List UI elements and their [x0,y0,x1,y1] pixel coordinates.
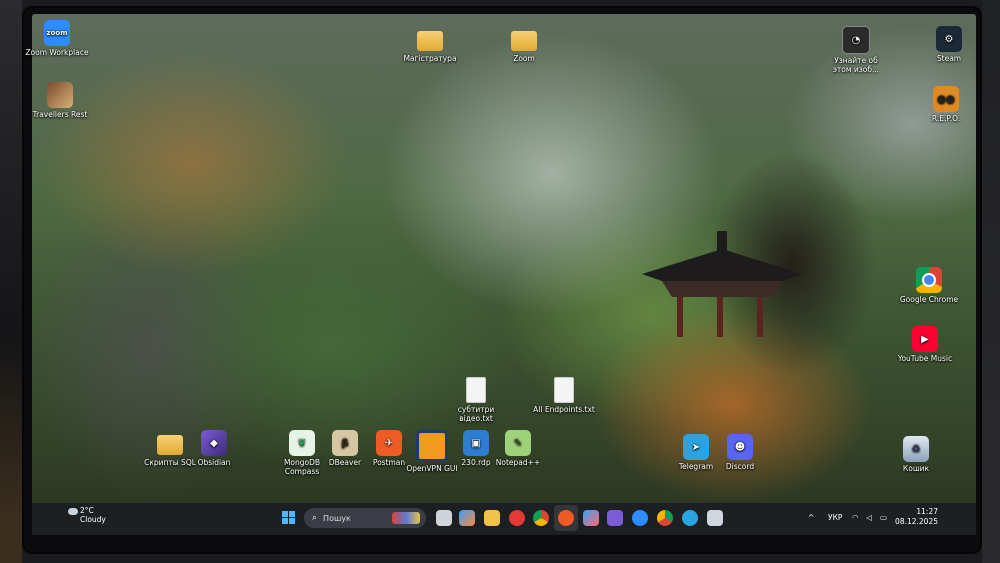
task-view-icon[interactable] [436,510,452,526]
chrome-icon [916,267,942,293]
desktop-icon-label: Obsidian [197,458,231,467]
camera-icon: ◔ [842,26,870,54]
desktop-icon-google-chrome[interactable]: Google Chrome [897,267,961,304]
desktop-icon-steam[interactable]: ⚙ Steam [917,26,981,63]
app-taskbar-icon[interactable] [583,510,599,526]
desktop-icon-recycle-bin[interactable]: ♻ Кошик [884,436,948,473]
battery-icon[interactable]: ▭ [880,513,887,522]
telegram-taskbar-icon[interactable] [682,510,698,526]
mongodb-icon: ❦ [289,430,315,456]
desktop-icon-label: R.E.P.O. [931,114,961,123]
file-icon-wrap [463,377,489,403]
remote-desktop-taskbar-icon[interactable] [707,510,723,526]
clock-time: 11:27 [916,507,938,516]
desktop-icon-repo[interactable]: ●● R.E.P.O. [914,86,978,123]
desktop-icon-label: YouTube Music [897,354,953,363]
desktop-icon-label: Кошик [902,464,930,473]
windows-logo-icon [289,518,295,524]
chrome-profile-taskbar-icon[interactable] [657,510,673,526]
zoom-taskbar-icon[interactable] [632,510,648,526]
desktop-icon-subtitles-file[interactable]: субтитри відео.txt [444,377,508,423]
desktop-icon-magistratura[interactable]: Магістратура [398,26,462,63]
desktop-icon-obsidian[interactable]: ◆ Obsidian [182,430,246,467]
zoom-icon: zoom [44,20,70,46]
steam-icon: ⚙ [936,26,962,52]
desktop-icon-label: Узнайте об этом изоб... [832,56,880,74]
cloud-icon [68,508,78,515]
tray-overflow-chevron[interactable]: ^ [808,513,814,522]
folder-icon [157,435,183,455]
repo-icon: ●● [933,86,959,112]
widgets-icon[interactable] [459,510,475,526]
desktop-icon-label: Zoom Workplace [25,48,89,57]
text-file-icon [466,377,486,403]
search-icon: ⌕ [312,513,318,523]
folder-icon-wrap [157,430,183,456]
desktop-icon-label: Google Chrome [899,295,959,304]
desktop-icon-label: Discord [725,462,755,471]
folder-icon-wrap [511,26,537,52]
weather-condition: Cloudy [80,515,106,524]
chrome-taskbar-icon[interactable] [533,510,549,526]
desktop-icon-discord[interactable]: ☻ Discord [708,434,772,471]
pagoda-image [642,231,802,337]
desktop-icon-zoom-folder[interactable]: Zoom [492,26,556,63]
clock-date: 08.12.2025 [895,517,938,526]
folder-icon [417,31,443,51]
weather-widget[interactable]: 2°C Cloudy [68,506,106,524]
notepadpp-icon: ✎ [505,430,531,456]
folder-icon-wrap [417,26,443,52]
taskbar-search[interactable]: ⌕ Пошук [304,508,426,528]
chrome-center-icon [922,273,936,287]
search-placeholder: Пошук [323,513,351,523]
file-explorer-icon[interactable] [484,510,500,526]
language-indicator[interactable]: УКР [828,513,842,522]
media-player-icon[interactable] [509,510,525,526]
desktop-icon-label: Магістратура [403,54,457,63]
obsidian-taskbar-icon[interactable] [607,510,623,526]
postman-icon: ✈ [376,430,402,456]
room-left-edge [0,0,22,563]
file-icon-wrap [551,377,577,403]
desktop-icon-label: Notepad++ [495,458,541,467]
volume-icon[interactable]: ◁ [866,513,872,522]
start-button[interactable] [282,511,295,524]
desktop-icon-label: All Endpoints.txt [533,405,595,414]
windows-logo-icon [289,511,295,517]
desktop-icon-label: субтитри відео.txt [457,405,495,423]
dbeaver-icon: β [332,430,358,456]
desktop-icon-all-endpoints-file[interactable]: All Endpoints.txt [532,377,596,414]
room-right-edge [982,0,1000,563]
system-clock[interactable]: 11:27 08.12.2025 [895,507,938,527]
desktop-icon-youtube-music[interactable]: ▶ YouTube Music [893,326,957,363]
taskbar: 2°C Cloudy ⌕ Пошук ^ УКР ◠ ◁ ▭ 11:27 08.… [32,502,976,535]
travellers-rest-icon [47,82,73,108]
obsidian-icon: ◆ [201,430,227,456]
postman-taskbar-icon[interactable] [558,510,574,526]
discord-icon: ☻ [727,434,753,460]
search-highlight-icon [392,512,420,524]
telegram-icon: ➤ [683,434,709,460]
desktop-icon-label: Travellers Rest [32,110,88,119]
folder-icon [511,31,537,51]
windows-logo-icon [282,511,288,517]
text-file-icon [554,377,574,403]
desktop-icon-travellers-rest[interactable]: Travellers Rest [28,82,92,119]
windows-logo-icon [282,518,288,524]
youtube-music-icon: ▶ [912,326,938,352]
desktop-icon-label: Zoom [513,54,535,63]
desktop-icon-about-image[interactable]: ◔ Узнайте об этом изоб... [824,26,888,74]
weather-temp: 2°C [80,506,94,515]
recycle-bin-icon: ♻ [903,436,929,462]
desktop-icon-label: Steam [936,54,962,63]
wifi-icon[interactable]: ◠ [852,513,859,522]
desktop-icon-zoom[interactable]: zoom Zoom Workplace [25,20,89,57]
desktop-icon-notepadpp[interactable]: ✎ Notepad++ [486,430,550,467]
